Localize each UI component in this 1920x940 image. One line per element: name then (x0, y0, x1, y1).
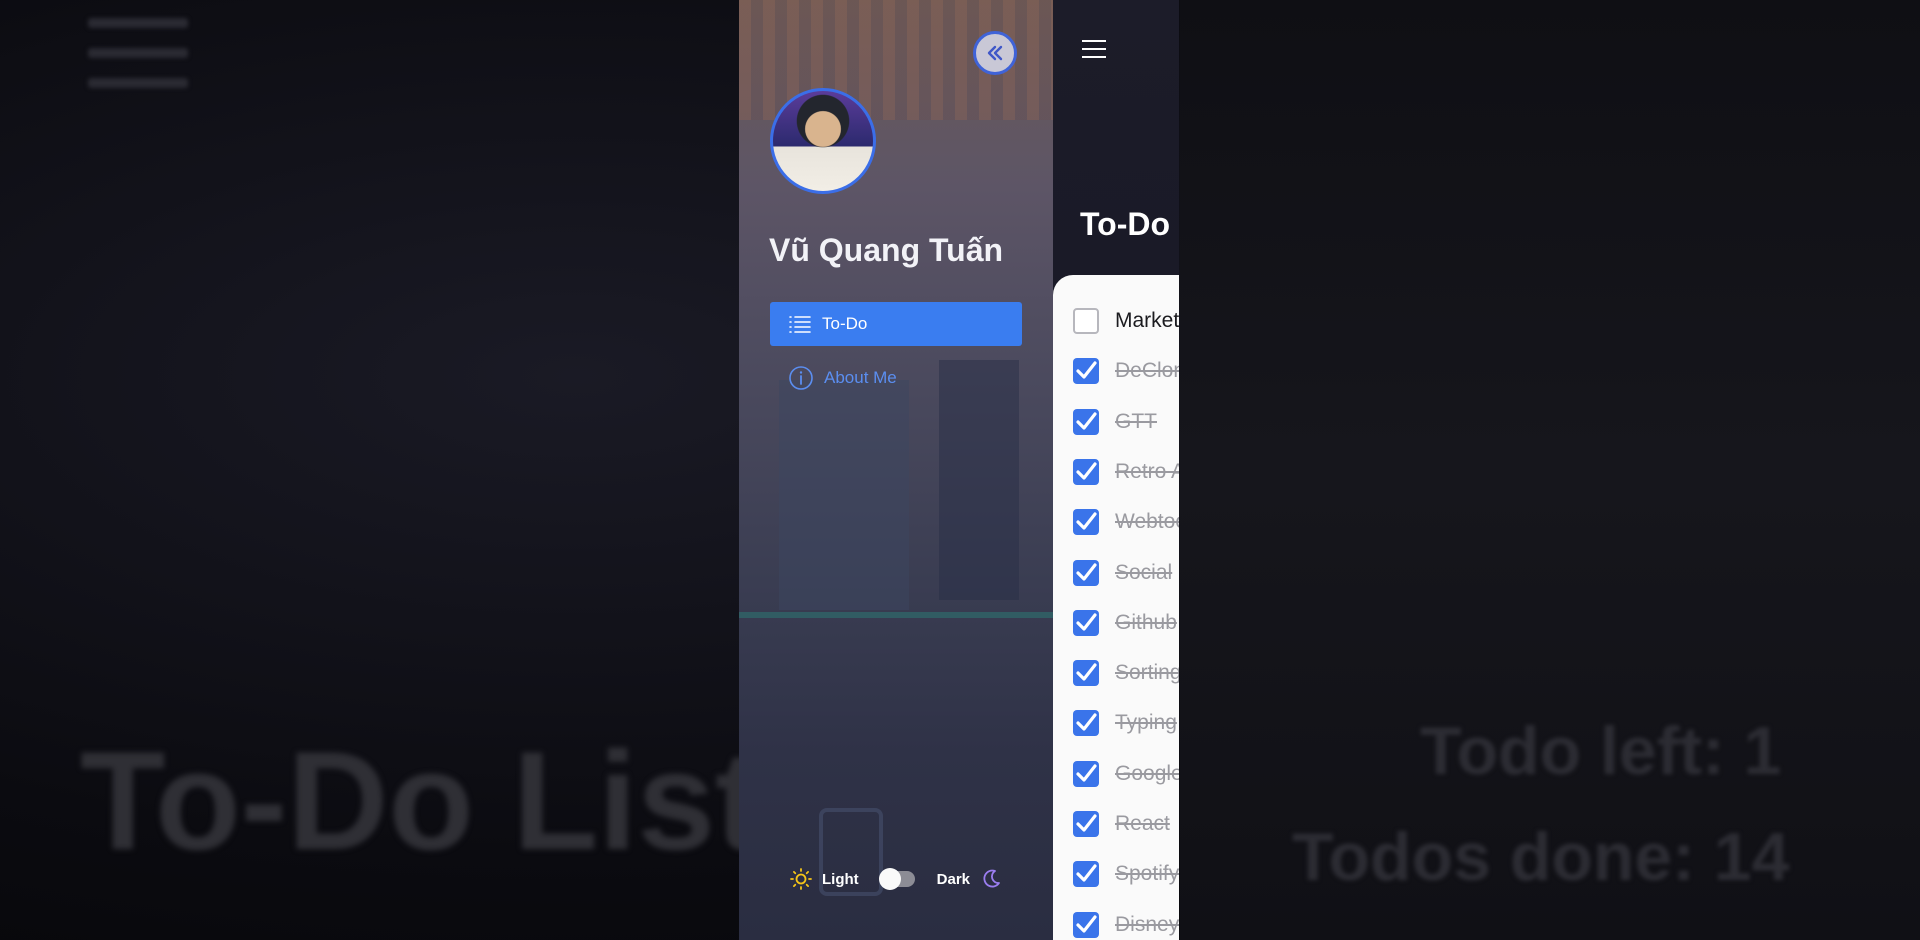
todo-item: Webtoo (1073, 507, 1179, 537)
todo-checkbox[interactable] (1073, 308, 1099, 334)
check-icon (1076, 462, 1097, 480)
todo-text: Google (1115, 761, 1179, 785)
check-icon (1076, 864, 1097, 882)
theme-toggle-switch[interactable] (878, 868, 915, 890)
todo-checkbox-checked[interactable] (1073, 609, 1099, 636)
todo-item: GTT (1073, 407, 1157, 437)
sun-icon (790, 868, 812, 890)
todo-text: Spotify (1115, 862, 1179, 886)
background-right-panel: Todo left: 1 Todos done: 14 (1180, 0, 1920, 940)
background-menu-icon (88, 18, 188, 108)
todo-item: DeClon (1073, 356, 1179, 386)
todo-checkbox-checked[interactable] (1073, 509, 1099, 536)
background-title: To-Do List (80, 722, 762, 879)
light-label: Light (822, 870, 859, 888)
background-todo-left: Todo left: 1 (1420, 713, 1782, 789)
check-icon (1076, 663, 1097, 681)
check-icon (1076, 512, 1097, 530)
todo-item: Disney (1073, 910, 1179, 940)
todo-text: DeClon (1115, 359, 1179, 383)
user-name: Vũ Quang Tuấn (769, 232, 1004, 268)
todo-checkbox-checked[interactable] (1073, 710, 1099, 737)
todo-text: Market (1115, 309, 1179, 332)
nav-item-about-label: About Me (824, 368, 897, 387)
avatar (770, 88, 876, 194)
background-todos-done: Todos done: 14 (1292, 819, 1790, 895)
todo-text: Github (1115, 610, 1177, 634)
todo-checkbox-checked[interactable] (1073, 660, 1099, 687)
info-icon (789, 366, 813, 390)
todo-item: React (1073, 809, 1170, 839)
moon-icon (983, 869, 1000, 888)
todo-text: Webtoo (1115, 510, 1179, 534)
todo-text: Retro A (1115, 459, 1179, 483)
todo-checkbox-checked[interactable] (1073, 559, 1099, 586)
check-icon (1076, 613, 1097, 631)
main-panel: To-Do Market DeClon GTT Retro A Webtoo Social… (1053, 0, 1179, 940)
todo-text: React (1115, 812, 1170, 835)
nav-item-todo[interactable]: To-Do (770, 302, 1022, 346)
todo-text: Disney (1115, 912, 1179, 936)
todo-text: Typing (1115, 711, 1177, 735)
list-icon (789, 316, 811, 333)
todo-checkbox-checked[interactable] (1073, 358, 1099, 385)
todo-checkbox-checked[interactable] (1073, 458, 1099, 485)
todo-item: Retro A (1073, 457, 1179, 487)
todo-item: Spotify (1073, 859, 1179, 889)
todo-item: Typing (1073, 708, 1177, 738)
todo-text: Social (1115, 560, 1173, 584)
mobile-app-view: Vũ Quang Tuấn To-Do About Me Light Dark … (739, 0, 1179, 940)
todo-checkbox-checked[interactable] (1073, 861, 1099, 888)
check-icon (1076, 713, 1097, 731)
todo-item: Google (1073, 759, 1179, 789)
check-icon (1076, 814, 1097, 832)
todo-checkbox-checked[interactable] (1073, 408, 1099, 435)
check-icon (1076, 411, 1097, 430)
todo-checkbox-checked[interactable] (1073, 911, 1099, 938)
menu-button[interactable] (1082, 40, 1106, 64)
double-chevron-left-icon (987, 45, 1003, 61)
sidebar: Vũ Quang Tuấn To-Do About Me Light Dark (739, 0, 1053, 940)
todo-item: Sorting (1073, 658, 1179, 688)
nav-item-todo-label: To-Do (822, 314, 868, 333)
page-title: To-Do (1080, 206, 1171, 242)
check-icon (1076, 914, 1097, 933)
todo-item: Social (1073, 558, 1172, 588)
todo-item: Github (1073, 608, 1177, 638)
collapse-sidebar-button[interactable] (973, 31, 1017, 75)
check-icon (1076, 361, 1097, 379)
todo-text: Sorting (1115, 661, 1179, 685)
theme-toggle-row: Light Dark (790, 868, 1002, 890)
todo-text: GTT (1115, 409, 1157, 433)
nav-item-about[interactable]: About Me (770, 356, 1022, 400)
check-icon (1076, 562, 1097, 581)
todo-checkbox-checked[interactable] (1073, 760, 1099, 787)
dark-label: Dark (936, 870, 971, 888)
todo-checkbox-checked[interactable] (1073, 811, 1099, 837)
todo-item: Market (1073, 306, 1179, 336)
check-icon (1076, 764, 1097, 782)
todo-list: Market DeClon GTT Retro A Webtoo Social Github… (1053, 275, 1179, 940)
